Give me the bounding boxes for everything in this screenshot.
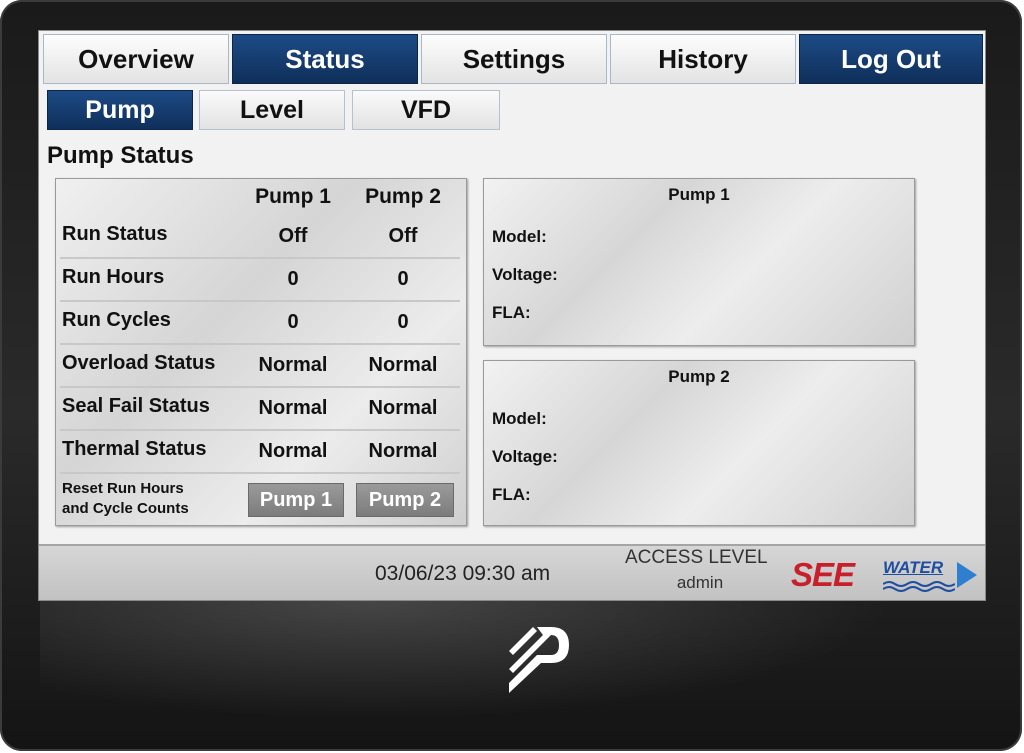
- table-row-run-cycles: Run Cycles 0 0: [60, 303, 460, 345]
- access-level-value: admin: [676, 573, 724, 592]
- reset-counts-label: Reset Run Hours and Cycle Counts: [62, 479, 232, 519]
- pump2-value: Normal: [368, 397, 438, 419]
- pump1-value: 0: [287, 311, 299, 333]
- row-label: Run Cycles: [62, 309, 171, 331]
- main-tabs: Overview Status Settings History Log Out: [43, 34, 983, 88]
- pump1-value: Off: [278, 225, 308, 247]
- row-label: Overload Status: [62, 352, 216, 374]
- pump-status-table: Pump 1 Pump 2 Run Status Off Off Run Hou…: [55, 178, 467, 526]
- datetime-display: 03/06/23 09:30 am: [375, 562, 551, 585]
- tab-overview[interactable]: Overview: [43, 34, 229, 84]
- table-row-run-status: Run Status Off Off: [60, 217, 460, 259]
- row-label: Thermal Status: [62, 438, 207, 460]
- pump2-value: 0: [397, 268, 409, 290]
- pump2-value: 0: [397, 311, 409, 333]
- subtab-level[interactable]: Level: [199, 90, 345, 130]
- column-header-pump1: Pump 1: [255, 185, 331, 208]
- logo-see-text: SEE: [791, 556, 855, 593]
- voltage-label: Voltage:: [492, 265, 558, 284]
- subtab-vfd[interactable]: VFD: [352, 90, 500, 130]
- pump2-info-panel: Pump 2 Model: Voltage: FLA:: [483, 360, 915, 526]
- wave-icon: [883, 581, 955, 592]
- sub-tabs: Pump Level VFD: [47, 90, 647, 132]
- page-title: Pump Status: [47, 142, 194, 169]
- fla-label: FLA:: [492, 485, 531, 504]
- column-header-pump2: Pump 2: [365, 185, 441, 208]
- voltage-label: Voltage:: [492, 447, 558, 466]
- panel-title: Pump 2: [668, 367, 730, 386]
- reset-pump1-button[interactable]: Pump 1: [248, 483, 344, 517]
- seewater-logo: SEE WATER: [791, 554, 981, 594]
- subtab-pump[interactable]: Pump: [47, 90, 193, 130]
- row-label: Run Hours: [62, 266, 165, 288]
- logo-water-text: WATER: [883, 558, 944, 577]
- brand-logo-icon: [509, 627, 569, 693]
- pump2-value: Normal: [368, 354, 438, 376]
- table-row-thermal-status: Thermal Status Normal Normal: [60, 432, 460, 474]
- pump2-value: Normal: [368, 440, 438, 462]
- logout-button[interactable]: Log Out: [799, 34, 983, 84]
- panel-title: Pump 1: [668, 185, 730, 204]
- reset-label-line1: Reset Run Hours: [62, 480, 184, 497]
- hmi-screen: Overview Status Settings History Log Out…: [38, 30, 986, 601]
- table-row-seal-fail-status: Seal Fail Status Normal Normal: [60, 389, 460, 431]
- fla-label: FLA:: [492, 303, 531, 322]
- tab-settings[interactable]: Settings: [421, 34, 607, 84]
- status-bar: 03/06/23 09:30 am ACCESS LEVEL admin SEE…: [39, 544, 985, 600]
- reset-pump2-button[interactable]: Pump 2: [356, 483, 454, 517]
- pump2-value: Off: [388, 225, 418, 247]
- pump1-value: 0: [287, 268, 299, 290]
- tab-status[interactable]: Status: [232, 34, 418, 84]
- pump1-info-panel: Pump 1 Model: Voltage: FLA:: [483, 178, 915, 346]
- reset-label-line2: and Cycle Counts: [62, 500, 189, 517]
- pump1-value: Normal: [258, 440, 328, 462]
- play-triangle-icon: [957, 562, 977, 588]
- table-row-run-hours: Run Hours 0 0: [60, 260, 460, 302]
- access-level-label: ACCESS LEVEL: [625, 547, 768, 568]
- table-row-overload-status: Overload Status Normal Normal: [60, 346, 460, 388]
- model-label: Model:: [492, 227, 547, 246]
- row-label: Run Status: [62, 223, 168, 245]
- tab-history[interactable]: History: [610, 34, 796, 84]
- pump1-value: Normal: [258, 397, 328, 419]
- model-label: Model:: [492, 409, 547, 428]
- row-label: Seal Fail Status: [62, 395, 210, 417]
- pump1-value: Normal: [258, 354, 328, 376]
